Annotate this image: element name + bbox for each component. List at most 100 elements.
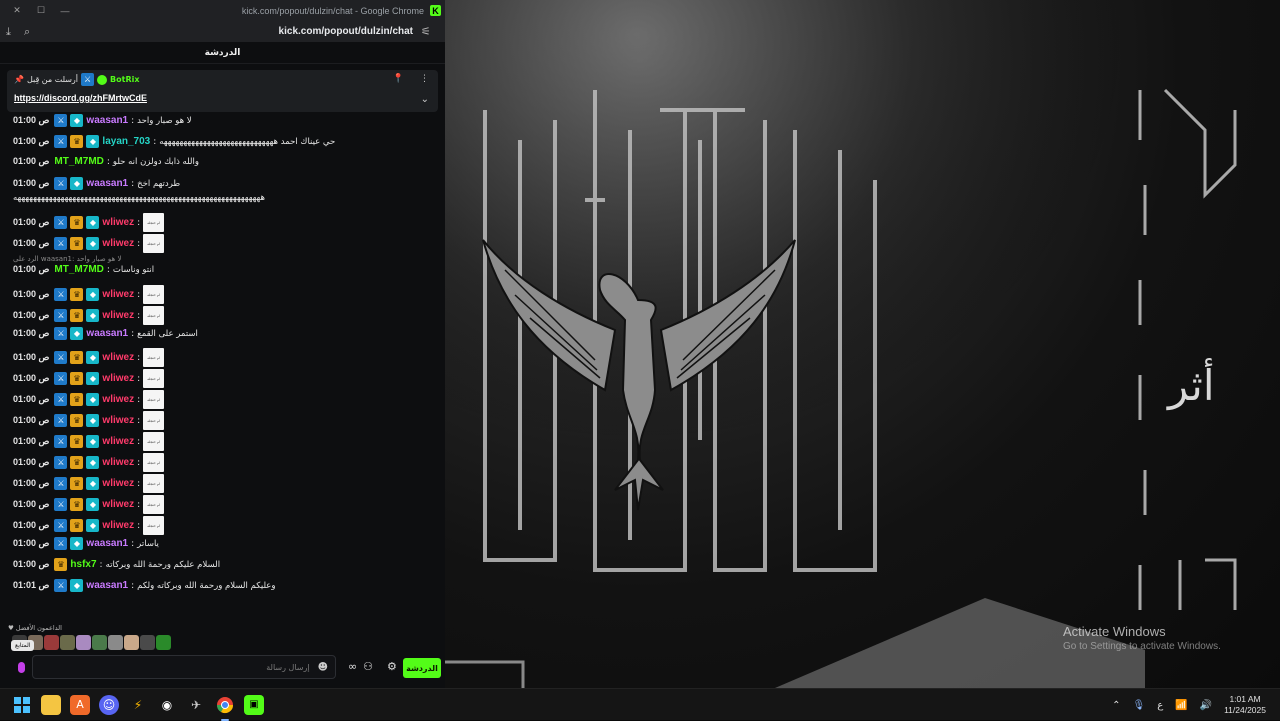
download-icon[interactable]: ⤓ — [6, 25, 24, 39]
chat-emote[interactable]: ام حنجله — [143, 213, 165, 232]
chat-message[interactable]: 01:00 ص ⚔ ◆ waasan1: لا هو صبار واحد — [13, 114, 192, 127]
message-username[interactable]: wliwez — [102, 217, 134, 228]
message-username[interactable]: wliwez — [102, 436, 134, 447]
maximize-window-icon[interactable]: ☐ — [36, 5, 46, 16]
chat-message[interactable]: هههههههههههههههههههههههههههههههههههههههه… — [13, 193, 265, 203]
supporter-avatar[interactable] — [92, 635, 107, 650]
more-options-icon[interactable]: ⋮ — [420, 74, 429, 84]
chat-emote[interactable]: ام حنجله — [143, 516, 165, 535]
message-username[interactable]: wliwez — [102, 238, 134, 249]
message-username[interactable]: MT_M7MD — [54, 264, 103, 275]
chat-emote[interactable]: ام حنجله — [143, 432, 165, 451]
system-clock[interactable]: 1:01 AM 11/24/2025 — [1224, 694, 1266, 716]
supporter-avatar[interactable] — [76, 635, 91, 650]
users-icon[interactable]: ⚇ — [363, 660, 373, 673]
message-username[interactable]: hsfx7 — [70, 559, 96, 570]
chat-emote[interactable]: ام حنجله — [143, 348, 165, 367]
chat-message[interactable]: 01:00 ص ⚔ ♛ ◆ wliwez: ام حنجله — [13, 474, 165, 493]
tool-app-icon[interactable]: ✈ — [186, 695, 206, 715]
office-app-icon[interactable]: A — [70, 694, 90, 715]
chat-message[interactable]: 01:00 ص ♛ hsfx7: السلام عليكم ورحمة الله وب… — [13, 558, 220, 571]
send-chat-button[interactable]: الدردشة — [403, 658, 441, 678]
supporter-avatar[interactable] — [156, 635, 171, 650]
chat-message[interactable]: 01:00 ص ⚔ ♛ ◆ wliwez: ام حنجله — [13, 516, 165, 535]
chat-emote[interactable]: ام حنجله — [143, 285, 165, 304]
wifi-icon[interactable]: 📶 — [1175, 700, 1187, 711]
chat-emote[interactable]: ام حنجله — [143, 453, 165, 472]
chat-message[interactable]: 01:00 ص ⚔ ♛ ◆ wliwez: ام حنجله — [13, 411, 165, 430]
message-username[interactable]: wliwez — [102, 289, 134, 300]
site-settings-icon[interactable]: ⚟ — [421, 25, 439, 38]
message-username[interactable]: wliwez — [102, 373, 134, 384]
message-username[interactable]: wliwez — [102, 520, 134, 531]
mic-icon[interactable] — [18, 662, 25, 673]
supporter-avatar[interactable] — [108, 635, 123, 650]
chat-input-box[interactable]: ☻ — [32, 655, 336, 679]
supporter-avatar[interactable] — [44, 635, 59, 650]
chat-message[interactable]: 01:00 ص ⚔ ♛ ◆ layan_703: حي عيناك احمد هههههه… — [13, 135, 335, 148]
supporter-avatar[interactable] — [124, 635, 139, 650]
input-language[interactable]: ع — [1157, 700, 1163, 711]
volume-icon[interactable]: 🔊 — [1200, 700, 1212, 711]
game-launcher-icon[interactable]: ⚡ — [128, 695, 148, 715]
message-username[interactable]: waasan1 — [86, 115, 128, 126]
close-window-icon[interactable]: ✕ — [12, 5, 22, 16]
minimize-window-icon[interactable]: — — [60, 6, 70, 16]
message-username[interactable]: wliwez — [102, 478, 134, 489]
message-username[interactable]: wliwez — [102, 415, 134, 426]
chat-message[interactable]: 01:00 ص ⚔ ♛ ◆ wliwez: ام حنجله — [13, 234, 165, 253]
chat-message[interactable]: 01:00 ص MT_M7MD: والله ذابك دولزن انه حلو — [13, 156, 199, 167]
url-text[interactable]: kick.com/popout/dulzin/chat — [42, 26, 421, 37]
kick-app-icon[interactable]: ▣ — [244, 694, 264, 715]
chat-message[interactable]: 01:00 ص ⚔ ♛ ◆ wliwez: ام حنجله — [13, 306, 165, 325]
file-explorer-icon[interactable] — [41, 694, 61, 715]
infinity-icon[interactable]: ∞ — [348, 660, 357, 673]
chat-emote[interactable]: ام حنجله — [143, 369, 165, 388]
supporter-avatar[interactable] — [60, 635, 75, 650]
chat-message[interactable]: 01:00 ص ⚔ ◆ waasan1: ياساتر — [13, 537, 159, 550]
chat-message[interactable]: 01:01 ص ⚔ ◆ waasan1: وعليكم السلام ورحمة الل… — [13, 579, 275, 592]
chat-emote[interactable]: ام حنجله — [143, 411, 165, 430]
chat-message[interactable]: 01:00 ص ⚔ ◆ waasan1: طردتهم اخخ — [13, 177, 180, 190]
message-username[interactable]: wliwez — [102, 352, 134, 363]
chat-message[interactable]: 01:00 ص ⚔ ♛ ◆ wliwez: ام حنجله — [13, 453, 165, 472]
chat-message[interactable]: 01:00 ص ⚔ ♛ ◆ wliwez: ام حنجله — [13, 348, 165, 367]
message-username[interactable]: MT_M7MD — [54, 156, 103, 167]
chat-message[interactable]: 01:00 ص ⚔ ◆ waasan1: استمر على القمع — [13, 327, 198, 340]
chrome-icon[interactable] — [215, 695, 235, 721]
pinned-sender[interactable]: BotRix — [110, 75, 139, 84]
message-username[interactable]: layan_703 — [102, 136, 150, 147]
message-username[interactable]: wliwez — [102, 394, 134, 405]
message-username[interactable]: waasan1 — [86, 178, 128, 189]
zoom-icon[interactable]: ⌕ — [24, 25, 42, 39]
message-username[interactable]: wliwez — [102, 499, 134, 510]
message-username[interactable]: wliwez — [102, 457, 134, 468]
chat-message[interactable]: 01:00 ص MT_M7MD: انتو وناسات — [13, 264, 154, 275]
microphone-icon[interactable]: 🎙 — [1133, 700, 1146, 711]
chat-message[interactable]: 01:00 ص ⚔ ♛ ◆ wliwez: ام حنجله — [13, 390, 165, 409]
supporter-avatar[interactable] — [140, 635, 155, 650]
obs-icon[interactable]: ◉ — [157, 695, 177, 715]
chevron-down-icon[interactable]: ⌄ — [421, 94, 429, 105]
emoji-icon[interactable]: ☻ — [318, 662, 328, 673]
chat-message-input[interactable] — [40, 662, 310, 672]
chat-message[interactable]: 01:00 ص ⚔ ♛ ◆ wliwez: ام حنجله — [13, 213, 165, 232]
message-username[interactable]: wliwez — [102, 310, 134, 321]
chat-emote[interactable]: ام حنجله — [143, 390, 165, 409]
chat-emote[interactable]: ام حنجله — [143, 495, 165, 514]
message-username[interactable]: waasan1 — [86, 580, 128, 591]
chat-message[interactable]: 01:00 ص ⚔ ♛ ◆ wliwez: ام حنجله — [13, 369, 165, 388]
chat-emote[interactable]: ام حنجله — [143, 474, 165, 493]
discord-icon[interactable]: ☺ — [99, 694, 119, 715]
message-username[interactable]: waasan1 — [86, 538, 128, 549]
message-username[interactable]: waasan1 — [86, 328, 128, 339]
pinned-message[interactable]: 📌 أرسلت من قِبل ⚔ BotRix https://discord… — [7, 70, 438, 112]
chat-emote[interactable]: ام حنجله — [143, 306, 165, 325]
chevron-up-icon[interactable]: ⌃ — [1112, 700, 1120, 711]
windows-start-icon[interactable] — [12, 695, 32, 715]
chat-message[interactable]: 01:00 ص ⚔ ♛ ◆ wliwez: ام حنجله — [13, 432, 165, 451]
unpin-icon[interactable]: 📍 — [393, 74, 404, 84]
chat-message[interactable]: 01:00 ص ⚔ ♛ ◆ wliwez: ام حنجله — [13, 285, 165, 304]
pinned-discord-link[interactable]: https://discord.gg/zhFMrtwCdE — [14, 93, 431, 103]
settings-gear-icon[interactable]: ⚙ — [387, 660, 397, 673]
